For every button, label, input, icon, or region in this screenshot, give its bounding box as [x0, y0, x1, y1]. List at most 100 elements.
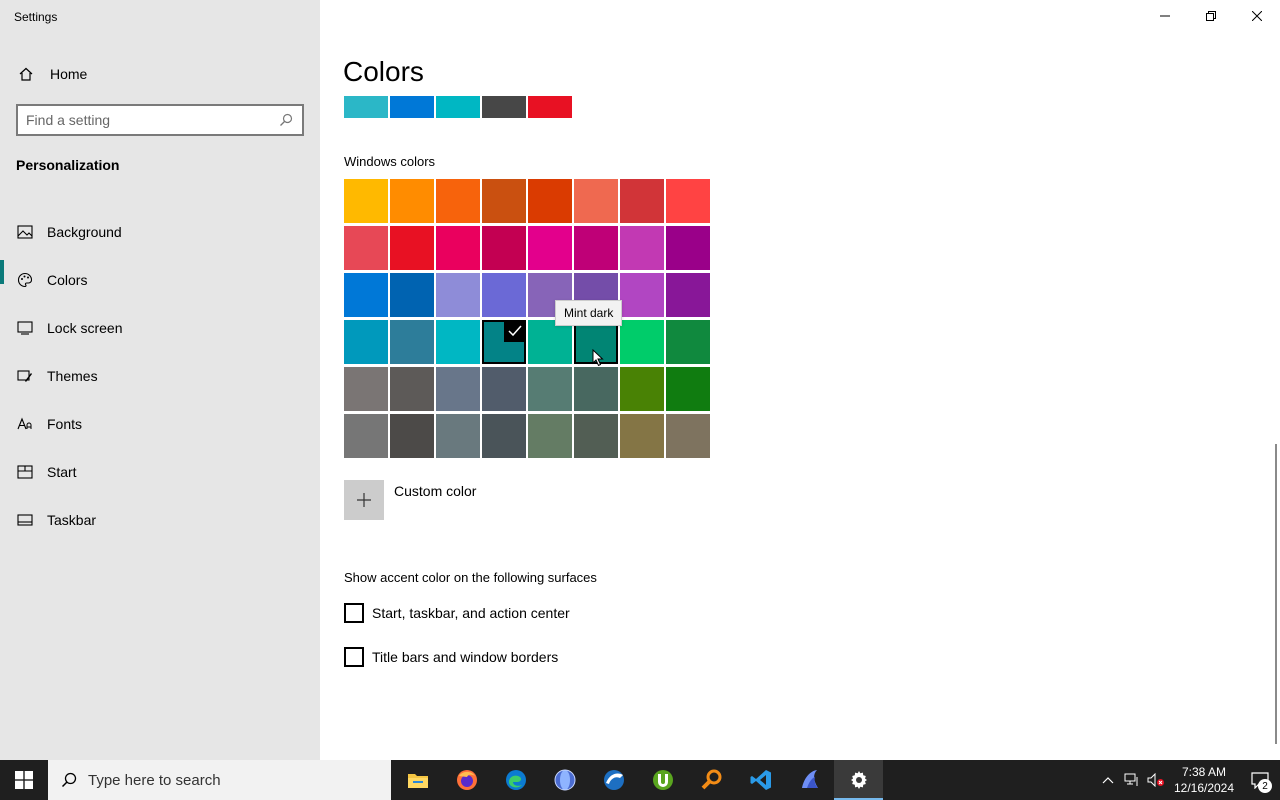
start-taskbar-checkbox[interactable]: Start, taskbar, and action center — [344, 603, 570, 623]
sidebar-item-label: Taskbar — [47, 512, 97, 528]
color-swatch[interactable] — [436, 320, 480, 364]
start-button[interactable] — [0, 760, 48, 800]
color-swatch[interactable] — [390, 273, 434, 317]
color-swatch[interactable] — [436, 367, 480, 411]
checkbox-box[interactable] — [344, 647, 364, 667]
sidebar-item-fonts[interactable]: Fonts — [0, 400, 320, 448]
image-icon — [16, 223, 34, 241]
palette-icon — [16, 271, 34, 289]
color-swatch[interactable] — [390, 179, 434, 223]
color-swatch[interactable] — [390, 367, 434, 411]
dolphin-icon[interactable] — [785, 760, 834, 800]
home-link[interactable]: Home — [16, 60, 306, 88]
edge-icon[interactable] — [491, 760, 540, 800]
minimize-button[interactable] — [1142, 0, 1188, 32]
color-swatch[interactable] — [528, 320, 572, 364]
color-swatch[interactable] — [620, 179, 664, 223]
system-tray: 7:38 AM 12/16/2024 2 — [1096, 760, 1280, 800]
color-swatch[interactable] — [620, 320, 664, 364]
color-swatch[interactable] — [574, 226, 618, 270]
volume-muted-icon[interactable] — [1144, 760, 1168, 800]
color-swatch[interactable] — [344, 226, 388, 270]
color-swatch[interactable] — [666, 226, 710, 270]
color-swatch[interactable] — [482, 367, 526, 411]
chevron-up-icon[interactable] — [1096, 760, 1120, 800]
color-swatch[interactable] — [482, 273, 526, 317]
title-bars-checkbox[interactable]: Title bars and window borders — [344, 647, 558, 667]
color-swatch[interactable] — [482, 226, 526, 270]
recent-color-swatch[interactable] — [390, 96, 434, 118]
sidebar-item-start[interactable]: Start — [0, 448, 320, 496]
color-swatch[interactable] — [528, 414, 572, 458]
color-swatch[interactable] — [344, 414, 388, 458]
color-swatch[interactable] — [390, 226, 434, 270]
sidebar-item-lock-screen[interactable]: Lock screen — [0, 304, 320, 352]
settings-gear-icon[interactable] — [834, 760, 883, 800]
color-swatch[interactable] — [666, 179, 710, 223]
app-title: Settings — [14, 10, 58, 24]
sidebar-item-background[interactable]: Background — [0, 208, 320, 256]
taskbar-search[interactable]: Type here to search — [48, 760, 391, 800]
recent-colors — [344, 96, 572, 118]
globe-app-icon[interactable] — [540, 760, 589, 800]
color-swatch[interactable] — [666, 320, 710, 364]
color-swatch[interactable] — [436, 414, 480, 458]
color-swatch[interactable] — [344, 367, 388, 411]
close-button[interactable] — [1234, 0, 1280, 32]
color-swatch[interactable] — [482, 320, 526, 364]
color-swatch[interactable] — [390, 414, 434, 458]
browser-app-icon[interactable] — [589, 760, 638, 800]
sidebar-item-taskbar[interactable]: Taskbar — [0, 496, 320, 544]
color-swatch[interactable] — [620, 414, 664, 458]
color-swatch[interactable] — [574, 179, 618, 223]
color-swatch[interactable] — [390, 320, 434, 364]
mouse-cursor-icon — [592, 349, 604, 367]
color-swatch[interactable] — [482, 179, 526, 223]
color-swatch[interactable] — [528, 367, 572, 411]
setting-search-box[interactable] — [16, 104, 304, 136]
color-swatch[interactable] — [620, 226, 664, 270]
recent-color-swatch[interactable] — [344, 96, 388, 118]
action-center-button[interactable]: 2 — [1240, 760, 1280, 800]
recent-color-swatch[interactable] — [482, 96, 526, 118]
recent-color-swatch[interactable] — [436, 96, 480, 118]
search-icon[interactable] — [278, 112, 294, 128]
sidebar-item-themes[interactable]: Themes — [0, 352, 320, 400]
setting-search-input[interactable] — [26, 112, 278, 128]
brush-icon — [16, 367, 34, 385]
color-swatch[interactable] — [528, 179, 572, 223]
sidebar-item-colors[interactable]: Colors — [0, 256, 320, 304]
plus-icon — [344, 480, 384, 520]
checkbox-label: Start, taskbar, and action center — [372, 605, 570, 621]
firefox-icon[interactable] — [442, 760, 491, 800]
color-swatch[interactable] — [436, 273, 480, 317]
vscode-icon[interactable] — [736, 760, 785, 800]
color-swatch[interactable] — [574, 414, 618, 458]
color-swatch[interactable] — [620, 273, 664, 317]
color-swatch[interactable] — [344, 320, 388, 364]
restore-button[interactable] — [1188, 0, 1234, 32]
color-swatch[interactable] — [666, 414, 710, 458]
color-swatch[interactable] — [436, 226, 480, 270]
scrollbar[interactable] — [1275, 444, 1277, 744]
recent-color-swatch[interactable] — [528, 96, 572, 118]
color-swatch[interactable] — [620, 367, 664, 411]
utorrent-icon[interactable] — [638, 760, 687, 800]
color-swatch[interactable] — [528, 226, 572, 270]
color-swatch[interactable] — [574, 367, 618, 411]
color-swatch[interactable] — [436, 179, 480, 223]
checkbox-box[interactable] — [344, 603, 364, 623]
color-swatch[interactable] — [666, 273, 710, 317]
custom-color-button[interactable]: Custom color — [344, 480, 476, 520]
lock-screen-icon — [16, 319, 34, 337]
sidebar-item-label: Colors — [47, 272, 88, 288]
color-swatch[interactable] — [666, 367, 710, 411]
color-swatch[interactable] — [344, 273, 388, 317]
file-explorer-icon[interactable] — [393, 760, 442, 800]
clock[interactable]: 7:38 AM 12/16/2024 — [1168, 764, 1240, 796]
color-swatch[interactable] — [344, 179, 388, 223]
color-swatch[interactable] — [482, 414, 526, 458]
network-icon[interactable] — [1120, 760, 1144, 800]
search-app-icon[interactable] — [687, 760, 736, 800]
checkbox-label: Title bars and window borders — [372, 649, 559, 665]
